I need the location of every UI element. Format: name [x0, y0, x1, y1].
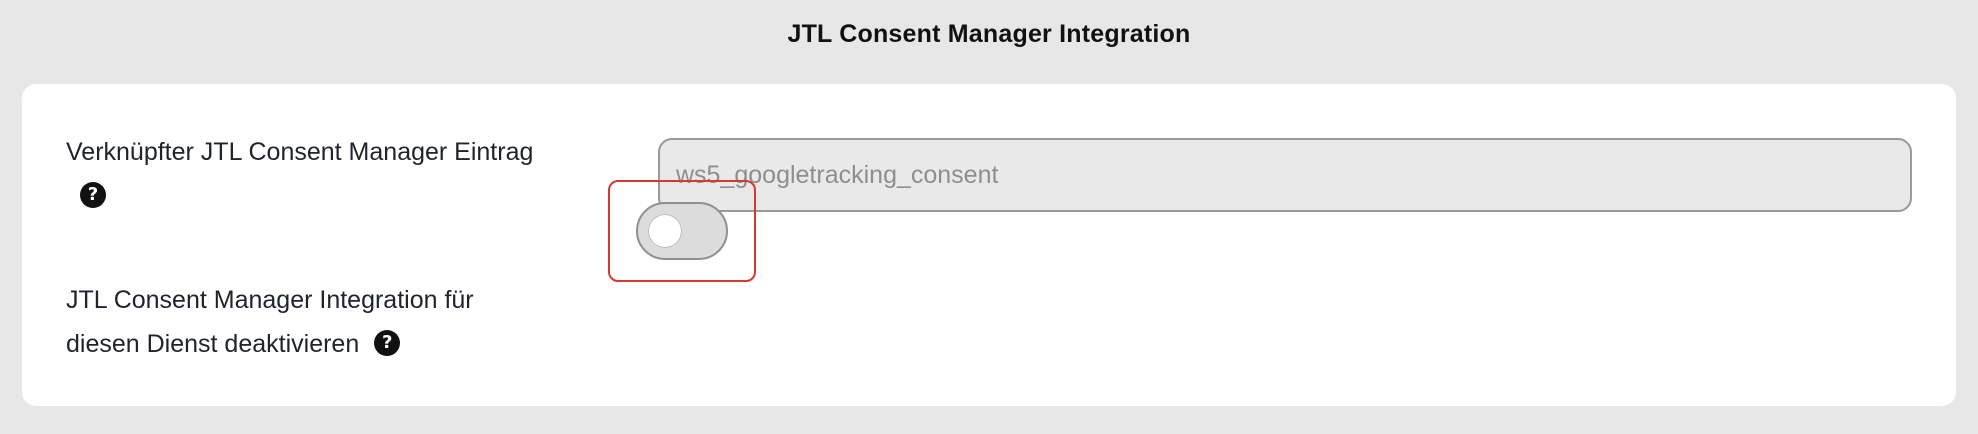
linked-entry-row: Verknüpfter JTL Consent Manager Eintrag … — [22, 84, 1956, 234]
disable-integration-label-line2: diesen Dienst deaktivieren — [66, 330, 360, 358]
section-title: JTL Consent Manager Integration — [787, 20, 1191, 48]
question-circle-icon[interactable]: ? — [80, 182, 106, 209]
linked-entry-input-wrap — [658, 138, 1912, 212]
disable-integration-label-line2-wrap: diesen Dienst deaktivieren ? — [66, 322, 626, 366]
disable-integration-label-wrap: JTL Consent Manager Integration für dies… — [66, 278, 626, 366]
toggle-knob[interactable] — [648, 214, 682, 248]
linked-entry-label: Verknüpfter JTL Consent Manager Eintrag — [66, 138, 534, 166]
disable-integration-toggle[interactable] — [636, 202, 728, 260]
disable-integration-row: JTL Consent Manager Integration für dies… — [22, 234, 1956, 406]
page: JTL Consent Manager Integration Verknüpf… — [0, 0, 1978, 434]
linked-entry-label-wrap: Verknüpfter JTL Consent Manager Eintrag … — [66, 130, 626, 218]
linked-entry-input[interactable] — [660, 140, 1910, 210]
question-circle-icon[interactable]: ? — [374, 330, 401, 357]
disable-integration-label-line1: JTL Consent Manager Integration für — [66, 286, 474, 314]
settings-card: Verknüpfter JTL Consent Manager Eintrag … — [22, 84, 1956, 406]
